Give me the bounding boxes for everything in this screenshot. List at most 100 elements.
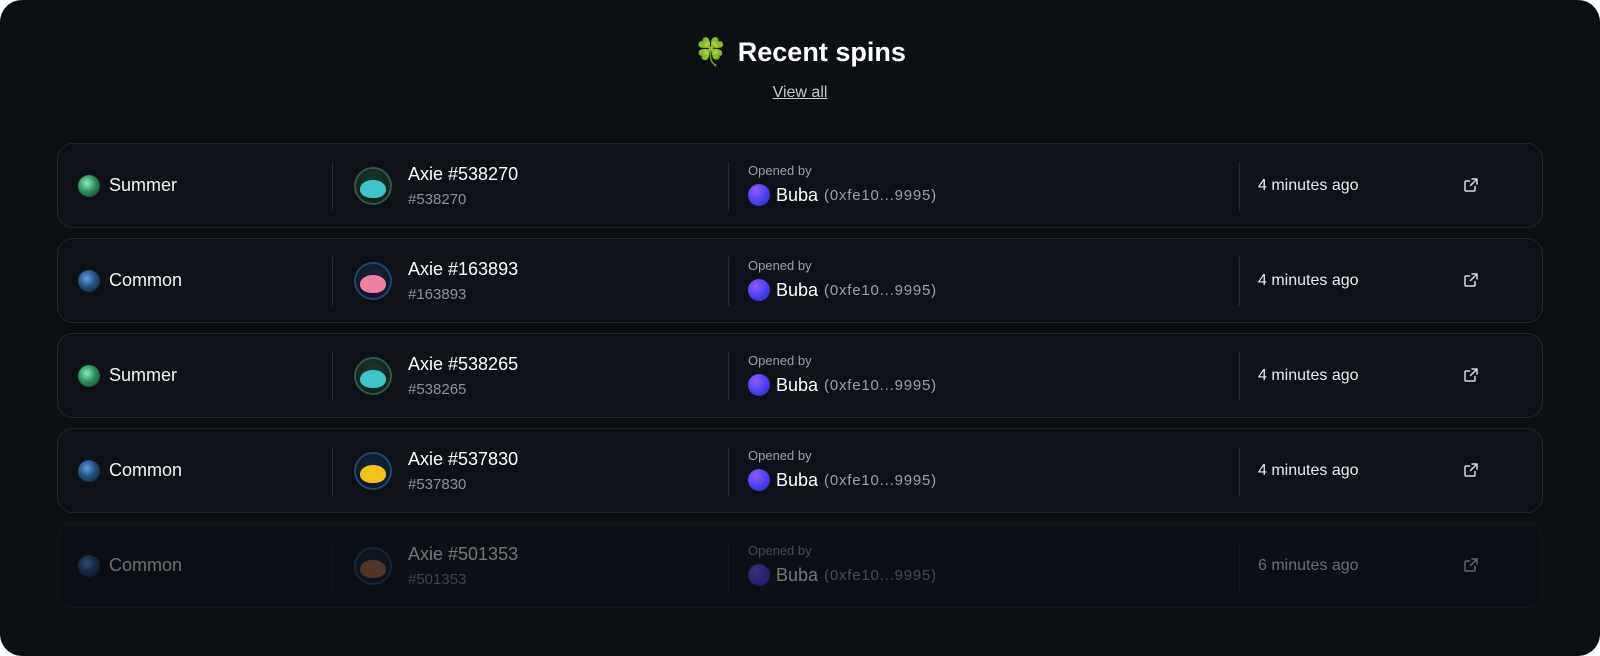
divider — [728, 257, 729, 306]
opener-cell: Opened by Buba (0xfe10...9995) — [748, 353, 937, 396]
panel-title: 🍀 Recent spins — [694, 36, 906, 69]
divider — [332, 447, 333, 496]
rarity-label: Common — [109, 270, 183, 290]
rarity-label: Common — [109, 460, 183, 480]
axie-avatar[interactable] — [354, 166, 392, 205]
opener-cell: Opened by Buba (0xfe10...9995) — [748, 543, 937, 586]
axie-cell: Axie #538270 #538270 — [354, 144, 518, 227]
opener-cell: Opened by Buba (0xfe10...9995) — [748, 448, 937, 491]
opened-by-label: Opened by — [748, 543, 812, 558]
rarity-cell: Common — [78, 429, 182, 512]
panel-header: 🍀 Recent spins View all — [0, 36, 1600, 102]
axie-id: #163893 — [408, 285, 467, 303]
spin-row[interactable]: Common Axie #163893 #163893 Opened by Bu… — [57, 238, 1543, 323]
wallet-address: (0xfe10...9995) — [824, 471, 937, 489]
rarity-cell: Summer — [78, 334, 177, 417]
external-link-icon[interactable] — [1463, 272, 1479, 288]
opened-by-label: Opened by — [748, 258, 812, 273]
rarity-cell: Common — [78, 239, 182, 322]
four-leaf-clover-icon: 🍀 — [694, 37, 728, 68]
divider — [728, 162, 729, 211]
spin-time: 4 minutes ago — [1258, 271, 1359, 289]
opened-by-label: Opened by — [748, 448, 812, 463]
divider — [728, 352, 729, 401]
spin-row[interactable]: Summer Axie #538265 #538265 Opened by Bu… — [57, 333, 1543, 418]
user-name[interactable]: Buba — [776, 185, 818, 206]
rarity-orb-icon — [78, 174, 100, 197]
axie-avatar[interactable] — [354, 356, 392, 395]
axie-creature-icon — [360, 464, 386, 483]
rarity-orb-icon — [78, 364, 100, 387]
wallet-address: (0xfe10...9995) — [824, 281, 937, 299]
divider — [1239, 447, 1240, 496]
external-link-icon[interactable] — [1463, 177, 1479, 193]
divider — [1239, 352, 1240, 401]
rarity-label: Summer — [109, 365, 178, 385]
divider — [728, 542, 729, 591]
spin-time: 4 minutes ago — [1258, 461, 1359, 479]
rarity-cell: Summer — [78, 144, 177, 227]
axie-id: #501353 — [408, 570, 467, 588]
axie-creature-icon — [360, 274, 386, 293]
divider — [1239, 542, 1240, 591]
axie-creature-icon — [360, 369, 386, 388]
spin-time: 4 minutes ago — [1258, 176, 1359, 194]
view-all-link[interactable]: View all — [0, 84, 1600, 102]
opener-cell: Opened by Buba (0xfe10...9995) — [748, 258, 937, 301]
spin-time: 4 minutes ago — [1258, 366, 1359, 384]
axie-creature-icon — [360, 559, 386, 578]
rarity-label: Summer — [109, 175, 178, 195]
rarity-orb-icon — [78, 459, 100, 482]
rarity-orb-icon — [78, 554, 100, 577]
user-avatar — [748, 279, 770, 301]
axie-avatar[interactable] — [354, 261, 392, 300]
spin-row[interactable]: Common Axie #501353 #501353 Opened by Bu… — [57, 523, 1543, 608]
external-link-icon[interactable] — [1463, 462, 1479, 478]
wallet-address: (0xfe10...9995) — [824, 566, 937, 584]
rarity-cell: Common — [78, 524, 182, 607]
divider — [1239, 162, 1240, 211]
divider — [728, 447, 729, 496]
axie-id: #537830 — [408, 475, 467, 493]
user-name[interactable]: Buba — [776, 565, 818, 586]
spin-row[interactable]: Common Axie #537830 #537830 Opened by Bu… — [57, 428, 1543, 513]
axie-name[interactable]: Axie #537830 — [408, 449, 518, 470]
axie-name[interactable]: Axie #163893 — [408, 259, 518, 280]
axie-name[interactable]: Axie #501353 — [408, 544, 518, 565]
divider — [332, 257, 333, 306]
spin-time: 6 minutes ago — [1258, 556, 1359, 574]
divider — [332, 162, 333, 211]
opened-by-label: Opened by — [748, 163, 812, 178]
user-avatar — [748, 469, 770, 491]
external-link-icon[interactable] — [1463, 557, 1479, 573]
axie-cell: Axie #501353 #501353 — [354, 524, 518, 607]
user-avatar — [748, 564, 770, 586]
axie-id: #538270 — [408, 190, 467, 208]
opener-cell: Opened by Buba (0xfe10...9995) — [748, 163, 937, 206]
axie-name[interactable]: Axie #538265 — [408, 354, 518, 375]
axie-creature-icon — [360, 179, 386, 198]
axie-avatar[interactable] — [354, 451, 392, 490]
opened-by-label: Opened by — [748, 353, 812, 368]
wallet-address: (0xfe10...9995) — [824, 376, 937, 394]
axie-cell: Axie #538265 #538265 — [354, 334, 518, 417]
axie-cell: Axie #163893 #163893 — [354, 239, 518, 322]
axie-cell: Axie #537830 #537830 — [354, 429, 518, 512]
axie-avatar[interactable] — [354, 546, 392, 585]
panel-title-text: Recent spins — [737, 36, 906, 67]
wallet-address: (0xfe10...9995) — [824, 186, 937, 204]
user-avatar — [748, 374, 770, 396]
user-name[interactable]: Buba — [776, 375, 818, 396]
user-name[interactable]: Buba — [776, 470, 818, 491]
axie-id: #538265 — [408, 380, 467, 398]
user-avatar — [748, 184, 770, 206]
rarity-orb-icon — [78, 269, 100, 292]
axie-name[interactable]: Axie #538270 — [408, 164, 518, 185]
divider — [332, 352, 333, 401]
rarity-label: Common — [109, 555, 183, 575]
spin-row[interactable]: Summer Axie #538270 #538270 Opened by Bu… — [57, 143, 1543, 228]
divider — [332, 542, 333, 591]
external-link-icon[interactable] — [1463, 367, 1479, 383]
spins-list: Summer Axie #538270 #538270 Opened by Bu… — [57, 143, 1543, 618]
user-name[interactable]: Buba — [776, 280, 818, 301]
